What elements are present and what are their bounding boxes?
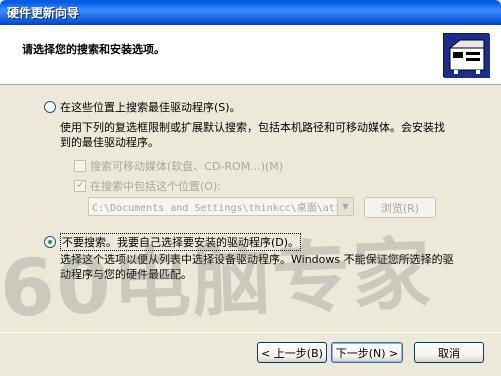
next-button[interactable]: 下一步(N) > [331, 342, 403, 363]
checkbox-include-location[interactable]: 在搜索中包括这个位置(O): [74, 178, 221, 194]
window-title: 硬件更新向导 [7, 6, 80, 20]
radio-search-label: 在这些位置上搜索最佳驱动程序(S)。 [60, 101, 241, 114]
radio-button-manual[interactable] [44, 236, 56, 248]
header-title: 请选择您的搜索和安装选项。 [22, 43, 165, 56]
footer-divider [0, 332, 501, 333]
radio-manual-label: 不要搜索。我要自己选择要安装的驱动程序(D)。 [60, 233, 302, 251]
back-button[interactable]: < 上一步(B) [257, 342, 327, 363]
wizard-header: 请选择您的搜索和安装选项。 [0, 25, 501, 85]
radio-search-option[interactable]: 在这些位置上搜索最佳驱动程序(S)。 [44, 99, 241, 115]
checkbox-removable-box[interactable] [74, 160, 86, 172]
cancel-button[interactable]: 取消 [414, 342, 484, 363]
checkbox-removable-media[interactable]: 搜索可移动媒体(软盘、CD-ROM...)(M) [74, 158, 283, 174]
options-area: 在这些位置上搜索最佳驱动程序(S)。 使用下列的复选框限制或扩展默认搜索，包括本… [0, 86, 501, 326]
path-combobox[interactable]: C:\Documents and Settings\thinkcc\桌面\ati… [88, 197, 354, 216]
hardware-wizard-icon [443, 33, 490, 78]
radio-button-search[interactable] [44, 101, 56, 113]
search-desc-line2: 到的最佳驱动程序。 [60, 136, 159, 149]
checkbox-location-label: 在搜索中包括这个位置(O): [90, 180, 221, 193]
checkbox-removable-label: 搜索可移动媒体(软盘、CD-ROM...)(M) [90, 160, 284, 173]
path-value: C:\Documents and Settings\thinkcc\桌面\ati [92, 203, 341, 214]
search-desc-line1: 使用下列的复选框限制或扩展默认搜索，包括本机路径和可移动媒体。会安装找 [60, 121, 445, 134]
checkbox-location-box[interactable] [74, 178, 86, 192]
radio-manual-option[interactable]: 不要搜索。我要自己选择要安装的驱动程序(D)。 [44, 233, 302, 251]
search-description: 使用下列的复选框限制或扩展默认搜索，包括本机路径和可移动媒体。会安装找 到的最佳… [60, 120, 445, 150]
manual-description: 选择这个选项以便从列表中选择设备驱动程序。Windows 不能保证您所选择的驱 … [60, 252, 454, 282]
browse-button[interactable]: 浏览(R) [364, 197, 436, 218]
manual-desc-line2: 动程序与您的硬件最匹配。 [60, 268, 192, 281]
title-bar: 硬件更新向导 [0, 0, 501, 25]
manual-desc-line1: 选择这个选项以便从列表中选择设备驱动程序。Windows 不能保证您所选择的驱 [60, 253, 454, 266]
chevron-down-icon[interactable]: ▼ [337, 198, 353, 215]
